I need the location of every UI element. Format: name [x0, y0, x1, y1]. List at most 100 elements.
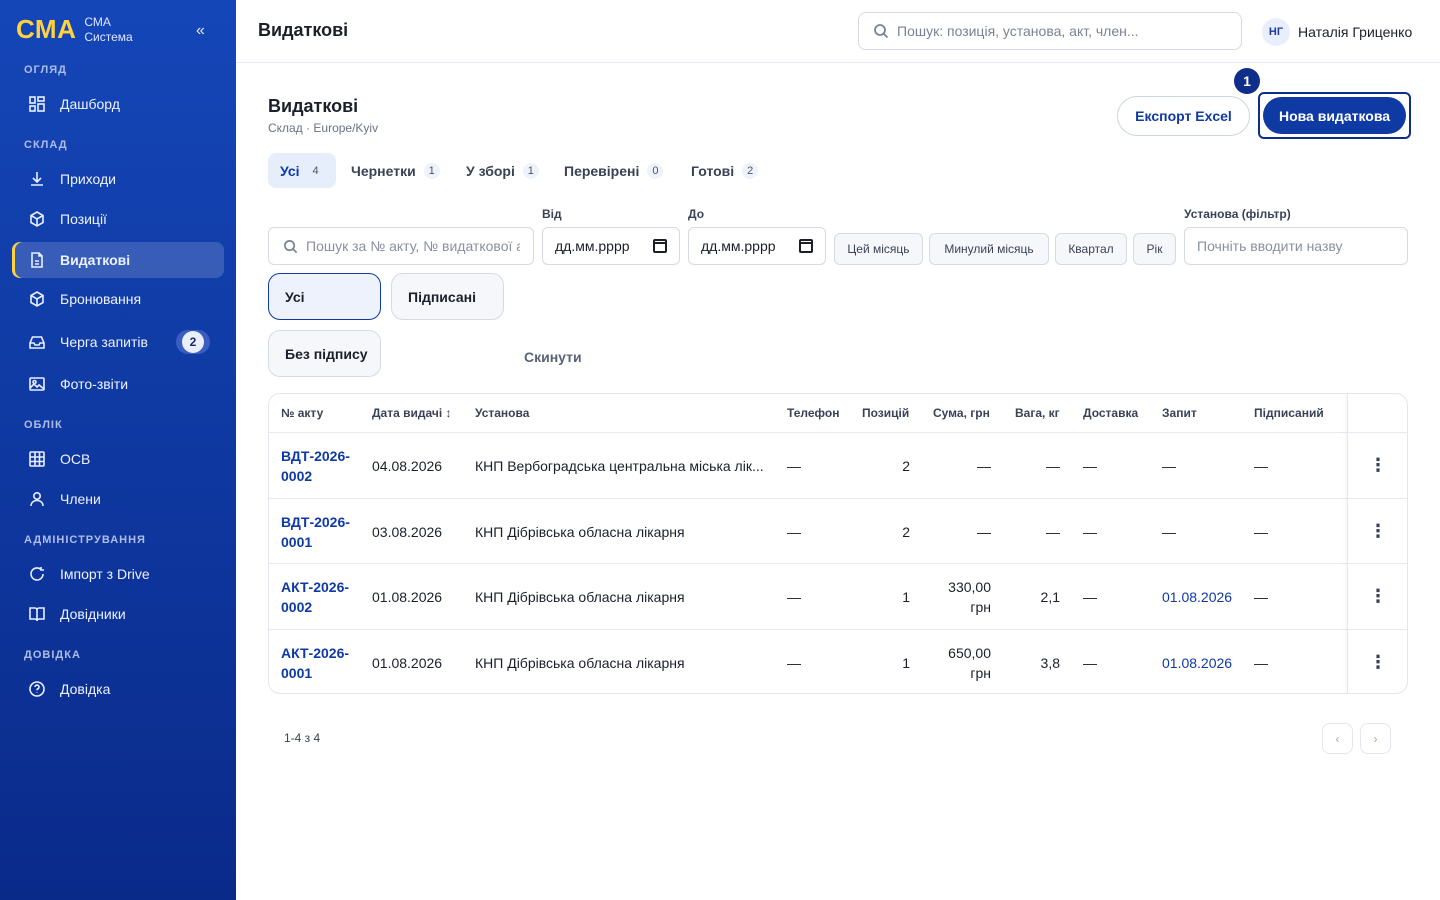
signed-cell: — [1254, 588, 1268, 605]
sidebar-item-label: Позиції [60, 211, 107, 227]
table-row[interactable]: ВДТ-2026-0002 04.08.2026 КНП Вербоградсь… [269, 432, 1407, 498]
sidebar-item-label: Довідники [60, 606, 126, 622]
brand-logo: СМА [16, 14, 77, 44]
act-number-link[interactable]: ВДТ-2026-0002 [281, 446, 353, 486]
row-menu-button[interactable]: ⋮ [1347, 563, 1407, 629]
export-excel-button[interactable]: Експорт Excel [1117, 96, 1250, 136]
chip-last-month[interactable]: Минулий місяць [929, 233, 1049, 265]
user-icon [28, 490, 46, 508]
sidebar-item-members[interactable]: Члени [12, 481, 224, 517]
sidebar-item-help[interactable]: Довідка [12, 671, 224, 707]
positions-cell: 1 [902, 654, 910, 671]
tab-ready[interactable]: Готові 2 [679, 153, 770, 188]
prev-page-button[interactable]: ‹ [1322, 723, 1353, 754]
weight-cell: 3,8 [1040, 654, 1060, 671]
col-institution: Установа [475, 406, 530, 420]
page-title: Видаткові [268, 96, 359, 116]
brand-line2: Система [84, 29, 133, 44]
date-from-label: Від [542, 207, 562, 221]
sidebar-item-photo-reports[interactable]: Фото-звіти [12, 366, 224, 402]
sidebar-item-positions[interactable]: Позиції [12, 201, 224, 237]
row-menu-button[interactable]: ⋮ [1347, 498, 1407, 564]
sidebar-item-bookings[interactable]: Бронювання [12, 281, 224, 317]
request-link[interactable]: 01.08.2026 [1162, 564, 1232, 629]
global-search[interactable] [858, 12, 1242, 50]
institution-filter-input[interactable] [1197, 238, 1397, 254]
sidebar-item-directories[interactable]: Довідники [12, 596, 224, 632]
tab-checked[interactable]: Перевірені 0 [552, 153, 675, 188]
date-to-label: До [688, 207, 705, 221]
download-icon [28, 170, 46, 188]
page-subtitle: Склад · Europe/Kyiv [268, 121, 379, 135]
table-row[interactable]: ВДТ-2026-0001 03.08.2026 КНП Дібрівська … [269, 498, 1407, 564]
date-from-value: дд.мм.рррр [555, 238, 630, 254]
sum-cell: 330,00 грн [948, 578, 991, 615]
col-delivery: Доставка [1083, 406, 1139, 420]
sidebar-item-expenses[interactable]: Видаткові [12, 242, 224, 278]
pagination-info: 1-4 з 4 [284, 731, 321, 745]
search-icon [284, 239, 298, 253]
step-marker: 1 [1234, 68, 1260, 94]
new-expense-highlight: Нова видаткова [1258, 92, 1411, 139]
sum-cell: — [977, 523, 991, 540]
segment-signed[interactable]: Підписані [391, 273, 504, 320]
sidebar: СМА СМА Система « ОГЛЯД Дашборд СКЛАД Пр… [0, 0, 236, 900]
table-row[interactable]: АКТ-2026-0001 01.08.2026 КНП Дібрівська … [269, 629, 1407, 693]
act-number-link[interactable]: АКТ-2026-0001 [281, 643, 353, 683]
row-menu-button[interactable]: ⋮ [1347, 629, 1407, 693]
tab-all[interactable]: Усі 4 [268, 153, 336, 188]
phone-cell: — [787, 588, 801, 605]
sidebar-item-dashboard[interactable]: Дашборд [12, 86, 224, 122]
act-search-field[interactable] [268, 227, 534, 265]
row-menu-button[interactable]: ⋮ [1347, 432, 1407, 498]
topbar-title: Видаткові [258, 20, 349, 40]
next-page-button[interactable]: › [1360, 723, 1391, 754]
act-number-link[interactable]: ВДТ-2026-0001 [281, 512, 353, 552]
tab-drafts[interactable]: Чернетки 1 [339, 153, 452, 188]
user-menu[interactable]: НГ Наталія Гриценко [1262, 18, 1412, 46]
new-expense-button[interactable]: Нова видаткова [1263, 97, 1406, 134]
help-icon [28, 680, 46, 698]
reset-filters-button[interactable]: Скинути [524, 349, 582, 365]
phone-cell: — [787, 523, 801, 540]
segment-all[interactable]: Усі [268, 273, 381, 320]
chip-this-month[interactable]: Цей місяць [834, 233, 923, 265]
chip-year[interactable]: Рік [1133, 233, 1176, 265]
act-number-link[interactable]: АКТ-2026-0002 [281, 577, 353, 617]
table-row[interactable]: АКТ-2026-0002 01.08.2026 КНП Дібрівська … [269, 563, 1407, 629]
date-to-field[interactable]: дд.мм.рррр [688, 227, 826, 265]
institution-filter-field[interactable] [1184, 227, 1408, 265]
issue-date-cell: 01.08.2026 [372, 654, 443, 671]
col-phone: Телефон [787, 406, 840, 420]
brand-line1: СМА [84, 14, 111, 29]
brand-text: СМА Система [84, 15, 132, 45]
weight-cell: 2,1 [1040, 588, 1060, 605]
sidebar-item-osv[interactable]: ОСВ [12, 441, 224, 477]
col-act-number[interactable]: № акту [281, 394, 323, 432]
act-search-input[interactable] [306, 238, 520, 254]
calendar-icon[interactable] [799, 239, 813, 253]
sidebar-item-drive-import[interactable]: Імпорт з Drive [12, 556, 224, 592]
tab-assembling[interactable]: У зборі 1 [454, 153, 551, 188]
global-search-input[interactable] [897, 23, 1227, 39]
sidebar-item-request-queue[interactable]: Черга запитів 2 [12, 324, 224, 360]
sidebar-item-receipts[interactable]: Приходи [12, 161, 224, 197]
request-link[interactable]: 01.08.2026 [1162, 630, 1232, 693]
calendar-icon[interactable] [653, 239, 667, 253]
search-icon [874, 24, 889, 39]
col-sum: Сума, грн [933, 406, 990, 420]
chip-quarter[interactable]: Квартал [1055, 233, 1127, 265]
delivery-cell: — [1083, 457, 1097, 474]
date-from-field[interactable]: дд.мм.рррр [542, 227, 680, 265]
col-issue-date[interactable]: Дата видачі ↕ [372, 394, 452, 432]
collapse-sidebar-button[interactable]: « [196, 22, 205, 40]
box-icon [28, 290, 46, 308]
document-icon [28, 251, 46, 269]
brand[interactable]: СМА СМА Система [16, 14, 133, 45]
positions-cell: 2 [902, 523, 910, 540]
positions-cell: 2 [902, 457, 910, 474]
weight-cell: — [1046, 523, 1060, 540]
segment-unsigned[interactable]: Без підпису [268, 330, 381, 377]
sidebar-item-label: Члени [60, 491, 101, 507]
issue-date-cell: 03.08.2026 [372, 523, 443, 540]
